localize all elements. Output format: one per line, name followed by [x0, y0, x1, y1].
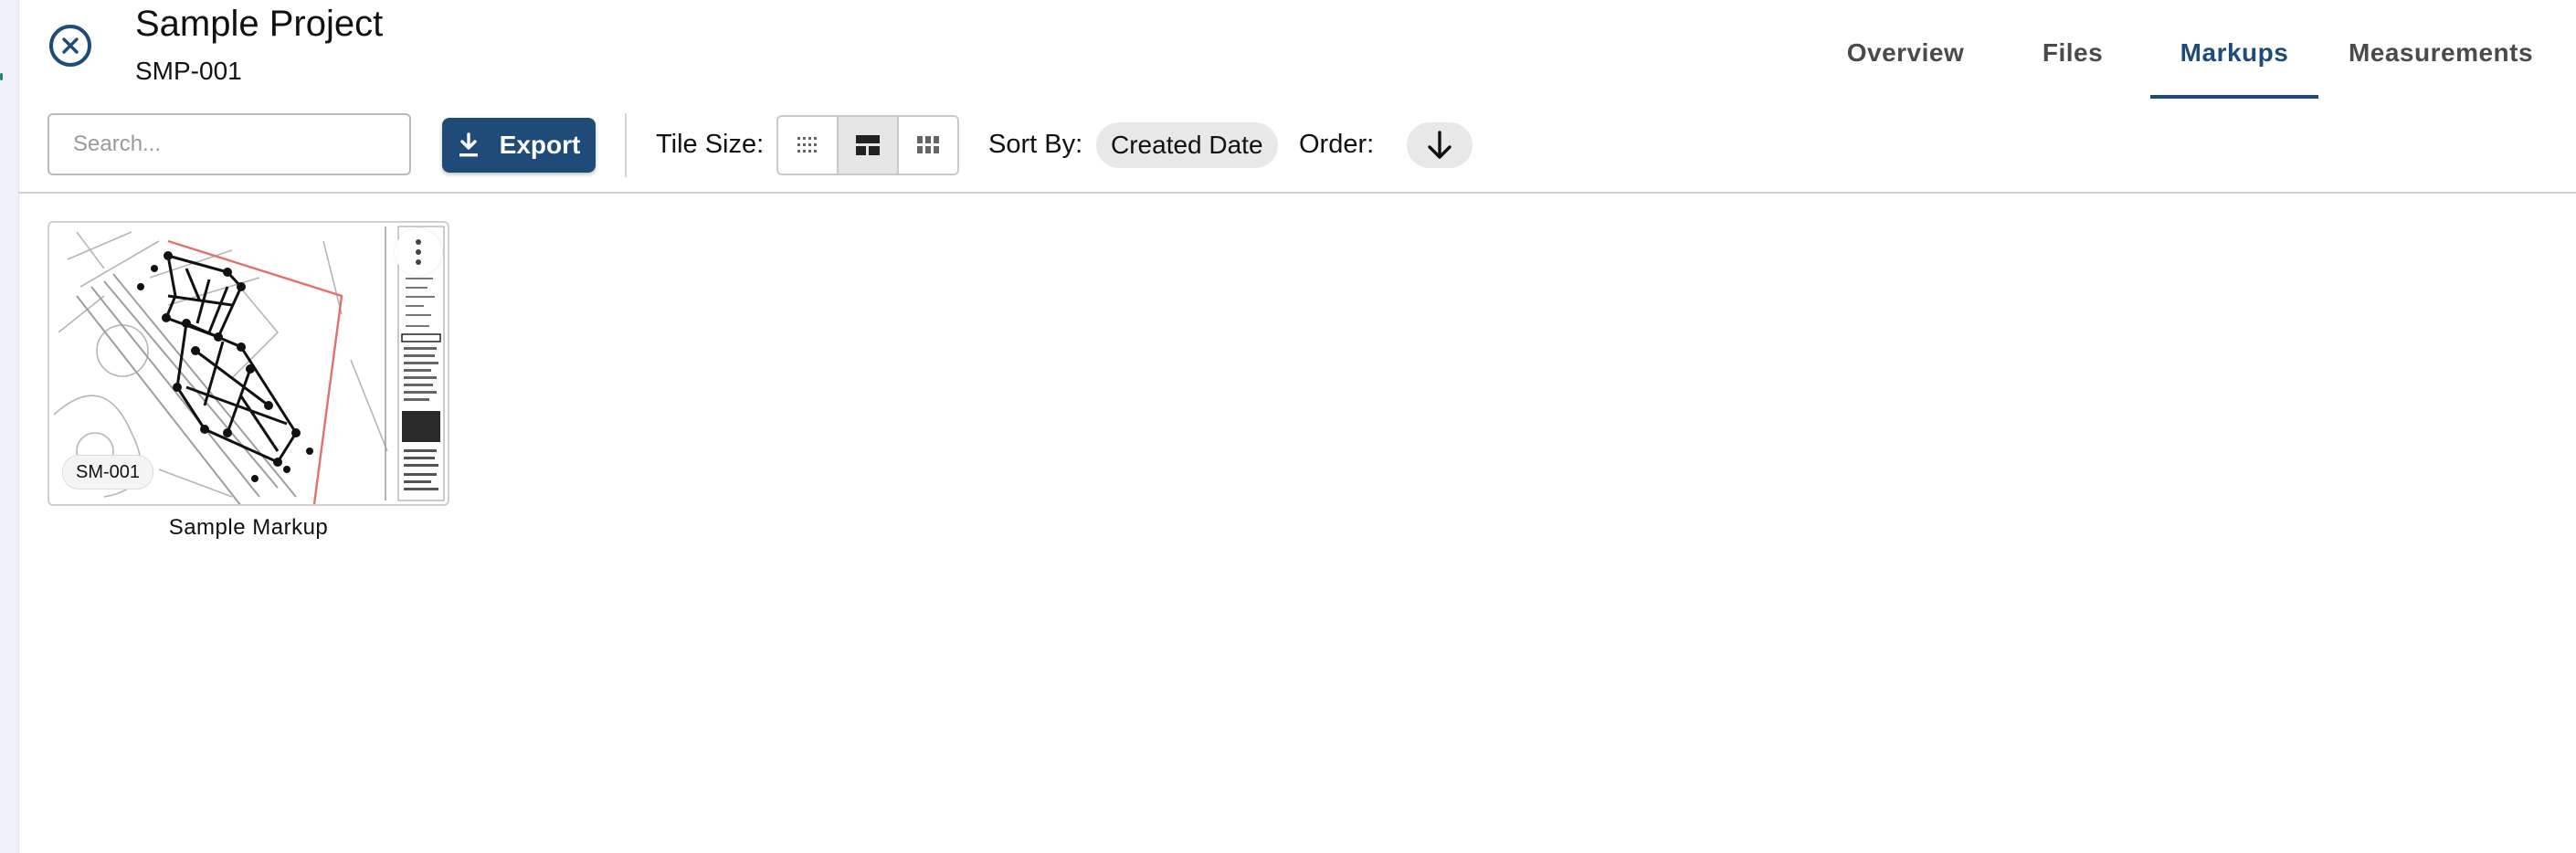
arrow-down-icon [1428, 131, 1452, 159]
export-label: Export [499, 131, 581, 159]
toolbar-divider [625, 113, 627, 177]
close-icon [62, 37, 79, 54]
order-label: Order: [1299, 130, 1375, 159]
markup-card[interactable]: SM-001 [48, 221, 449, 506]
grid-icon [917, 136, 939, 153]
markup-menu-button[interactable] [395, 228, 442, 276]
left-rail [0, 0, 19, 853]
tile-size-medium-button[interactable] [839, 117, 899, 174]
tile-size-label: Tile Size: [656, 130, 765, 159]
sort-by-label: Sort By: [988, 130, 1083, 159]
tab-measurements[interactable]: Measurements [2318, 26, 2563, 99]
toolbar: Export Tile Size: [18, 102, 2576, 194]
markup-title[interactable]: Sample Markup [48, 515, 449, 541]
tab-markups[interactable]: Markups [2150, 26, 2318, 99]
export-button[interactable]: Export [442, 118, 596, 173]
tile-size-large-button[interactable] [899, 117, 957, 174]
sort-by-chip[interactable]: Created Date [1096, 122, 1278, 168]
tab-overview[interactable]: Overview [1816, 26, 1995, 99]
project-code: SMP-001 [135, 57, 242, 85]
search-input[interactable] [48, 113, 411, 175]
download-icon [459, 132, 478, 157]
rail-indicator [0, 73, 3, 80]
more-vertical-icon [416, 239, 421, 245]
dashboard-icon [856, 135, 880, 155]
small-grid-icon [797, 137, 817, 153]
page-title: Sample Project [135, 4, 384, 44]
header: Sample Project SMP-001 Overview Files Ma… [18, 0, 2576, 102]
sheet-badge: SM-001 [62, 455, 154, 490]
order-toggle-button[interactable] [1407, 122, 1473, 168]
tile-size-toggle [776, 115, 959, 175]
tile-size-small-button[interactable] [778, 117, 839, 174]
close-button[interactable] [49, 25, 91, 67]
tab-files[interactable]: Files [1995, 26, 2150, 99]
tab-bar: Overview Files Markups Measurements [1816, 26, 2576, 99]
